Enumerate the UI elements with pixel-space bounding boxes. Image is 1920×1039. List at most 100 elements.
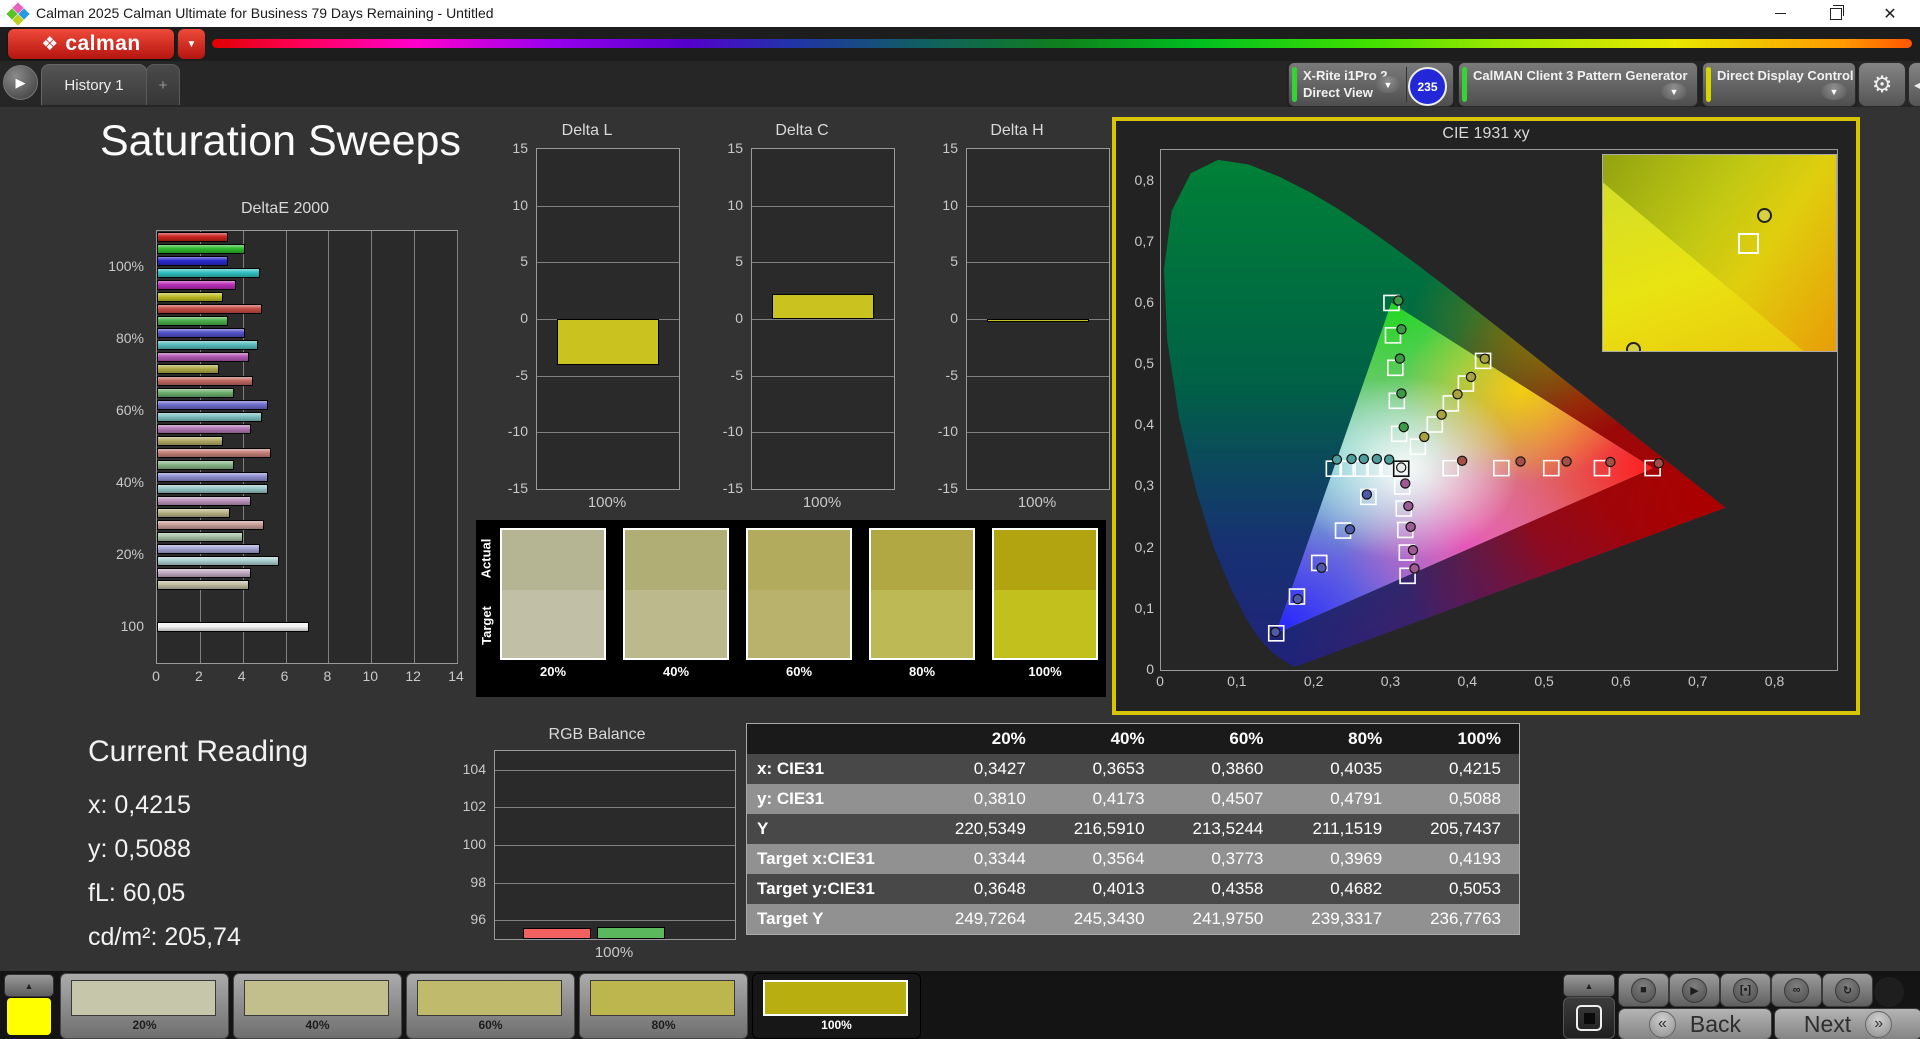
refresh-button[interactable]: ↻	[1822, 973, 1873, 1007]
cie-x-axis: 0 0,1 0,2 0,3 0,4 0,5 0,6 0,7 0,8	[1156, 673, 1836, 695]
deltae-bar	[157, 364, 220, 374]
target-swatch	[748, 590, 850, 658]
y-tick-label: 102	[462, 798, 486, 815]
deltae-bar	[157, 580, 250, 590]
chevron-left-icon: ◀	[1914, 77, 1920, 92]
gridline	[752, 319, 894, 320]
y-tick-label: 80%	[115, 330, 144, 346]
y-tick-label: 10	[727, 196, 743, 213]
swatch-box	[746, 528, 852, 660]
back-label: Back	[1689, 1010, 1742, 1037]
layout-nav-button[interactable]: ▶	[3, 65, 38, 100]
gridline	[967, 205, 1109, 207]
chevron-double-left-icon: «	[1648, 1010, 1676, 1038]
table-column-header: 80%	[1348, 729, 1383, 748]
cie-measured-magenta	[1408, 545, 1417, 554]
settings-button[interactable]: ⚙	[1858, 62, 1906, 107]
back-button[interactable]: « Back	[1618, 1008, 1772, 1039]
table-cell: 0,4215	[1449, 759, 1501, 778]
gridline	[752, 432, 894, 434]
cie-measured-blue	[1293, 594, 1302, 603]
deltae-bar	[157, 376, 254, 386]
pattern-patch-20%[interactable]: 20%	[60, 973, 229, 1039]
add-tab-button[interactable]: +	[146, 64, 180, 105]
cie-measured-cyan	[1359, 454, 1368, 463]
active-color-swatch[interactable]	[7, 998, 51, 1035]
y-tick-label: 0	[735, 310, 743, 326]
calman-menu-dropdown-button[interactable]: ▼	[178, 29, 205, 59]
swatch-box	[992, 528, 1098, 660]
table-row: Y 220,5349 216,5910 213,5244 211,1519 205,743…	[747, 814, 1519, 844]
meter-dropdown[interactable]: X-Rite i1Pro 2 Direct View ▼ 235	[1288, 62, 1454, 107]
x-tick-label: 0,8	[1764, 673, 1785, 689]
y-tick-label: -5	[945, 366, 958, 383]
pattern-patch-60%[interactable]: 60%	[406, 973, 575, 1039]
cie-measured-blue	[1271, 627, 1280, 636]
table-cell: 0,4682	[1330, 879, 1383, 898]
deltae-bar	[157, 304, 262, 314]
pattern-generator-dropdown[interactable]: CalMAN Client 3 Pattern Generator ▼	[1458, 62, 1698, 107]
x-tick-label: 2	[194, 668, 203, 684]
close-button[interactable]: ✕	[1866, 0, 1914, 27]
cie-measured-blue	[1362, 490, 1371, 499]
deltae-plot-area	[156, 230, 458, 664]
single-measure-icon: [•]	[1733, 977, 1758, 1003]
chart-title: RGB Balance	[548, 726, 646, 743]
gridline	[967, 432, 1109, 434]
table-row-label: Target x:CIE31	[757, 849, 875, 868]
display-control-name: Direct Display Control	[1717, 68, 1854, 83]
table-cell: 0,3653	[1092, 759, 1145, 778]
next-button[interactable]: Next »	[1774, 1008, 1920, 1039]
inset-measured-point	[1756, 207, 1772, 223]
stop-icon: ■	[1631, 977, 1656, 1003]
cie-measured-yellow	[1480, 354, 1489, 363]
deltaH-bar	[987, 319, 1089, 323]
table-cell: 236,7763	[1430, 909, 1501, 928]
expand-patch-panel-button[interactable]: ▲	[4, 974, 54, 997]
x-tick-label: 0,2	[1303, 673, 1324, 689]
play-button[interactable]: ▶	[1669, 973, 1720, 1007]
pattern-patch-80%[interactable]: 80%	[579, 973, 748, 1039]
y-tick-label: 0,5	[1134, 355, 1154, 372]
y-tick-label: 100	[120, 618, 144, 634]
current-reading-value: fL: 60,05	[88, 879, 186, 907]
bar-group-100%	[157, 231, 457, 303]
single-measure-button[interactable]: [•]	[1720, 973, 1771, 1007]
actual-swatch	[994, 530, 1096, 590]
y-tick-label: 5	[735, 253, 743, 270]
gridline	[967, 375, 1109, 377]
play-arrow-icon: ▶	[15, 74, 26, 90]
swatch-percent-label: 40%	[662, 664, 690, 679]
cie-measured-white	[1397, 463, 1406, 472]
stop-button[interactable]: ■	[1618, 973, 1669, 1007]
display-control-dropdown[interactable]: Direct Display Control ▼	[1702, 62, 1856, 107]
refresh-icon: ↻	[1835, 977, 1860, 1003]
deltae-bar	[157, 436, 224, 446]
cie-measured-cyan	[1347, 454, 1356, 463]
table-column-header: 40%	[1110, 729, 1145, 748]
workspace: Saturation Sweeps DeltaE 2000 100% 80% 60%…	[0, 107, 1920, 971]
calman-logo-icon: ❖	[41, 33, 59, 55]
actual-swatch	[871, 530, 973, 590]
restore-button[interactable]	[1812, 0, 1860, 27]
minimize-button[interactable]	[1756, 0, 1804, 27]
x-tick-label: 0,4	[1457, 673, 1477, 689]
pattern-patch-40%[interactable]: 40%	[233, 973, 402, 1039]
swatch-column-20%: 20%	[500, 528, 606, 679]
deltae-bar	[157, 556, 280, 566]
expand-transport-panel-button[interactable]: ▲	[1563, 974, 1615, 997]
plus-icon: +	[158, 76, 168, 94]
continuous-measure-button[interactable]: ∞	[1771, 973, 1822, 1007]
tab-history-1[interactable]: History 1	[41, 64, 147, 105]
pattern-patch-100%[interactable]: 100%	[752, 973, 921, 1039]
chart-title: Delta L	[561, 122, 613, 139]
pattern-window-button[interactable]	[1563, 997, 1615, 1039]
meter-reading-badge[interactable]: 235	[1408, 67, 1447, 106]
table-cell: 220,5349	[954, 819, 1026, 838]
calman-menu-button[interactable]: ❖ calman	[8, 29, 174, 59]
patch-swatch	[590, 980, 735, 1016]
table-cell: 205,7437	[1430, 819, 1501, 838]
y-tick-label: 0,1	[1134, 599, 1154, 616]
chart-title: Delta H	[990, 122, 1044, 139]
collapse-panel-button[interactable]: ◀	[1908, 62, 1920, 107]
